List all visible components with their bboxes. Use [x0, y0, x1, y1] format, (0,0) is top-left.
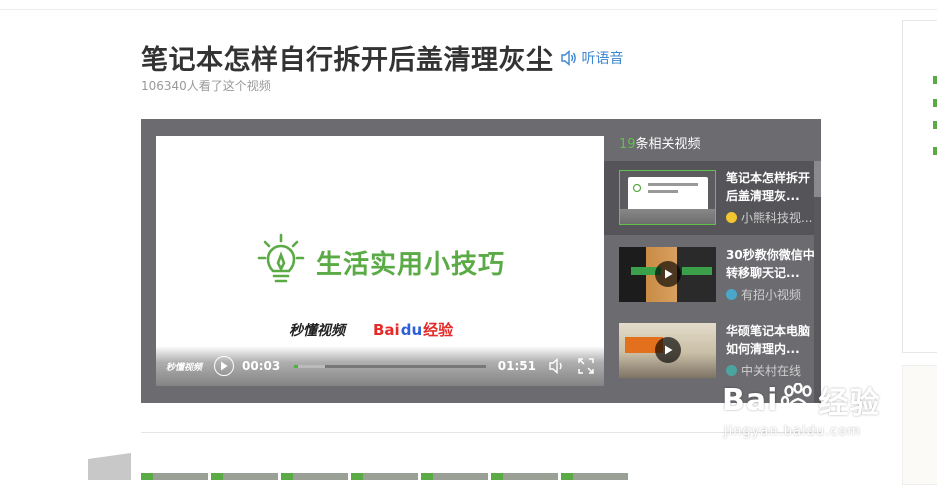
progress-played	[294, 364, 299, 368]
source-avatar-icon	[726, 289, 737, 300]
step-thumbnail[interactable]	[281, 473, 348, 480]
watermark-url: jingyan.baidu.com	[724, 424, 861, 439]
current-time: 00:03	[242, 359, 281, 373]
related-videos-panel: 19条相关视频 笔记本怎样拆开后盖清理灰... 小熊科技视... 30秒教你微信…	[604, 119, 821, 403]
listen-label: 听语音	[581, 50, 624, 67]
step-thumbnail[interactable]	[351, 473, 418, 480]
player-controls: 秒懂视频 00:03 01:51	[156, 346, 604, 386]
source-avatar-icon	[726, 365, 737, 376]
related-heading-text: 条相关视频	[635, 137, 701, 152]
related-heading: 19条相关视频	[619, 133, 701, 152]
page-title: 笔记本怎样自行拆开后盖清理灰尘	[141, 45, 554, 76]
listen-audio-button[interactable]: 听语音	[560, 48, 624, 68]
play-overlay-icon	[655, 337, 681, 363]
step-thumbnail[interactable]	[141, 473, 208, 480]
step-thumbnail[interactable]	[421, 473, 488, 480]
sidebar-marker	[933, 99, 937, 107]
related-source: 小熊科技视...	[726, 209, 812, 226]
video-brand-text: 生活实用小技巧	[316, 249, 506, 280]
play-overlay-icon	[655, 261, 681, 287]
view-count: 106340人看了这个视频	[141, 79, 271, 93]
related-item[interactable]: 笔记本怎样拆开后盖清理灰... 小熊科技视...	[604, 161, 814, 235]
step-thumbnails	[141, 473, 631, 480]
baidu-jingyan-logo: Bai du 经验	[373, 319, 453, 340]
lightbulb-icon	[257, 233, 305, 283]
fullscreen-icon	[578, 358, 594, 374]
right-sidebar-card-2	[902, 365, 937, 485]
baidu-paw-icon	[781, 383, 813, 416]
related-source: 有招小视频	[726, 286, 801, 303]
scrollbar-thumb[interactable]	[814, 161, 821, 197]
lightbulb-icon	[632, 183, 642, 193]
video-player: 生活实用小技巧 秒懂视频 Bai du 经验 秒懂视频 00:03 01:51	[141, 119, 821, 403]
related-scrollbar[interactable]	[814, 161, 821, 403]
related-title: 30秒教你微信中转移聊天记...	[726, 248, 815, 280]
speaker-icon	[560, 49, 576, 66]
controls-watermark: 秒懂视频	[166, 362, 203, 373]
top-bar	[0, 0, 937, 10]
sidebar-marker	[933, 147, 937, 155]
step-number	[491, 473, 503, 480]
step-number	[281, 473, 293, 480]
related-thumbnail	[619, 170, 716, 225]
step-thumbnail[interactable]	[561, 473, 628, 480]
related-item[interactable]: 华硕笔记本电脑如何清理内... 中关村在线	[604, 314, 814, 388]
section-divider	[141, 432, 821, 433]
title-row: 笔记本怎样自行拆开后盖清理灰尘 听语音	[141, 38, 624, 77]
baidu-logo-bai: Bai	[373, 320, 400, 339]
related-source: 中关村在线	[726, 362, 801, 379]
volume-icon	[549, 358, 562, 374]
video-screen[interactable]: 生活实用小技巧 秒懂视频 Bai du 经验 秒懂视频 00:03 01:51	[156, 136, 604, 386]
progress-bar[interactable]	[294, 364, 486, 368]
related-thumbnail	[619, 247, 716, 302]
steps-tab[interactable]	[88, 453, 131, 480]
step-number	[351, 473, 363, 480]
related-count: 19	[619, 137, 636, 152]
related-source-name: 有招小视频	[741, 288, 802, 302]
source-avatar-icon	[726, 212, 737, 223]
play-button[interactable]	[214, 356, 235, 376]
right-sidebar-card	[902, 20, 937, 353]
related-title: 笔记本怎样拆开后盖清理灰...	[726, 171, 811, 203]
fullscreen-button[interactable]	[578, 358, 594, 374]
step-number	[421, 473, 433, 480]
related-source-name: 小熊科技视...	[741, 211, 813, 225]
sidebar-marker	[933, 121, 937, 129]
video-logos: 秒懂视频 Bai du 经验	[289, 319, 453, 340]
baidu-paw-icon: du	[400, 320, 423, 339]
watermark-bai: Bai	[722, 382, 779, 418]
volume-button[interactable]	[548, 358, 566, 374]
related-title: 华硕笔记本电脑如何清理内...	[726, 324, 811, 356]
play-icon	[221, 361, 228, 371]
related-thumbnail	[619, 323, 716, 378]
baidu-logo-jy: 经验	[423, 321, 454, 339]
baidu-jingyan-watermark: Bai 经验 jingyan.baidu.com	[722, 378, 881, 440]
step-number	[561, 473, 573, 480]
related-item[interactable]: 30秒教你微信中转移聊天记... 有招小视频	[604, 238, 815, 312]
watermark-jy: 经验	[818, 386, 881, 421]
step-thumbnail[interactable]	[211, 473, 278, 480]
miaodong-logo: 秒懂视频	[289, 322, 345, 339]
sidebar-marker	[933, 76, 937, 84]
step-number	[141, 473, 153, 480]
step-thumbnail[interactable]	[491, 473, 558, 480]
progress-buffered	[294, 364, 325, 368]
related-source-name: 中关村在线	[741, 364, 802, 378]
step-number	[211, 473, 223, 480]
video-brand: 生活实用小技巧	[256, 233, 505, 291]
duration: 01:51	[497, 359, 536, 373]
